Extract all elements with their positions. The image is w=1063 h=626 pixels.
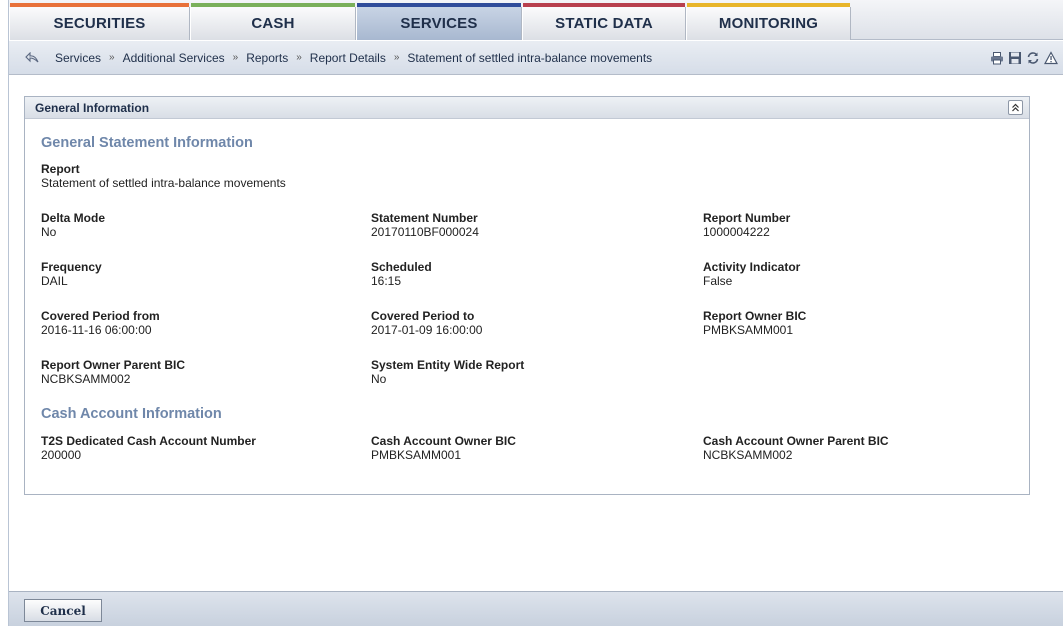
breadcrumb-item-reports[interactable]: Reports bbox=[246, 51, 288, 65]
field-value: 1000004222 bbox=[703, 225, 770, 239]
field-value: Statement of settled intra-balance movem… bbox=[41, 176, 286, 190]
field-label: Report Owner Parent BIC bbox=[41, 358, 186, 372]
main-tab-bar: SECURITIES CASH SERVICES STATIC DATA MON… bbox=[9, 0, 1063, 40]
field-value: No bbox=[371, 372, 387, 386]
breadcrumb-separator: » bbox=[296, 52, 302, 63]
field-scheduled: Scheduled 16:15 bbox=[371, 260, 432, 288]
panel-title: General Information bbox=[35, 100, 150, 115]
field-label: Statement Number bbox=[371, 211, 478, 225]
field-report-owner-bic: Report Owner BIC PMBKSAMM001 bbox=[703, 309, 806, 337]
breadcrumb-item-report-details[interactable]: Report Details bbox=[310, 51, 386, 65]
tab-color-bar bbox=[687, 3, 850, 7]
field-label: Report bbox=[41, 162, 80, 176]
tab-securities[interactable]: SECURITIES bbox=[9, 3, 190, 40]
field-frequency: Frequency DAIL bbox=[41, 260, 102, 288]
field-delta-mode: Delta Mode No bbox=[41, 211, 105, 239]
field-report-owner-parent-bic: Report Owner Parent BIC NCBKSAMM002 bbox=[41, 358, 185, 386]
field-value: 16:15 bbox=[371, 274, 402, 288]
field-label: Delta Mode bbox=[41, 211, 106, 225]
tab-color-bar bbox=[357, 3, 521, 7]
print-icon[interactable] bbox=[990, 51, 1004, 65]
section-title-cash: Cash Account Information bbox=[41, 406, 222, 422]
field-activity-indicator: Activity Indicator False bbox=[703, 260, 800, 288]
tab-label: SERVICES bbox=[400, 15, 478, 32]
tab-color-bar bbox=[523, 3, 685, 7]
field-covered-period-from: Covered Period from 2016-11-16 06:00:00 bbox=[41, 309, 160, 337]
field-label: Cash Account Owner Parent BIC bbox=[703, 434, 889, 448]
field-label: Activity Indicator bbox=[703, 260, 801, 274]
breadcrumb-separator: » bbox=[109, 52, 115, 63]
field-report-number: Report Number 1000004222 bbox=[703, 211, 790, 239]
breadcrumb-item-services[interactable]: Services bbox=[55, 51, 101, 65]
back-arrow-icon[interactable] bbox=[25, 51, 39, 65]
field-value: NCBKSAMM002 bbox=[41, 372, 131, 386]
footer-bar: Cancel bbox=[9, 591, 1063, 626]
tab-color-bar bbox=[10, 3, 189, 7]
toolbar-icons bbox=[990, 51, 1058, 65]
tab-label: STATIC DATA bbox=[555, 15, 653, 32]
field-cash-account-owner-parent-bic: Cash Account Owner Parent BIC NCBKSAMM00… bbox=[703, 434, 889, 462]
field-label: T2S Dedicated Cash Account Number bbox=[41, 434, 256, 448]
collapse-button[interactable] bbox=[1008, 100, 1023, 115]
breadcrumb: Services » Additional Services » Reports… bbox=[55, 51, 652, 65]
field-value: PMBKSAMM001 bbox=[371, 448, 462, 462]
alert-icon[interactable] bbox=[1044, 51, 1058, 65]
tab-label: SECURITIES bbox=[53, 15, 146, 32]
save-icon[interactable] bbox=[1008, 51, 1022, 65]
field-value: 2016-11-16 06:00:00 bbox=[41, 323, 152, 337]
field-report: Report Statement of settled intra-balanc… bbox=[41, 162, 286, 190]
section-title-general: General Statement Information bbox=[41, 135, 253, 151]
field-label: Report Owner BIC bbox=[703, 309, 807, 323]
field-dca-number: T2S Dedicated Cash Account Number 200000 bbox=[41, 434, 256, 462]
cancel-button[interactable]: Cancel bbox=[24, 599, 102, 622]
field-label: Report Number bbox=[703, 211, 791, 225]
tab-label: CASH bbox=[251, 15, 295, 32]
field-label: Scheduled bbox=[371, 260, 432, 274]
field-statement-number: Statement Number 20170110BF000024 bbox=[371, 211, 479, 239]
field-value: No bbox=[41, 225, 57, 239]
field-label: Covered Period to bbox=[371, 309, 475, 323]
field-cash-account-owner-bic: Cash Account Owner BIC PMBKSAMM001 bbox=[371, 434, 516, 462]
field-value: 2017-01-09 16:00:00 bbox=[371, 323, 483, 337]
content-area: General Information General Statement In… bbox=[9, 76, 1063, 591]
field-value: False bbox=[703, 274, 733, 288]
field-value: PMBKSAMM001 bbox=[703, 323, 794, 337]
refresh-icon[interactable] bbox=[1026, 51, 1040, 65]
tab-label: MONITORING bbox=[718, 15, 819, 32]
tab-monitoring[interactable]: MONITORING bbox=[686, 3, 851, 40]
double-chevron-up-icon bbox=[1012, 103, 1019, 112]
breadcrumb-item-additional-services[interactable]: Additional Services bbox=[123, 51, 225, 65]
tab-cash[interactable]: CASH bbox=[190, 3, 356, 40]
general-information-panel: General Information General Statement In… bbox=[24, 96, 1030, 495]
breadcrumb-separator: » bbox=[393, 52, 400, 63]
breadcrumb-bar: Services » Additional Services » Reports… bbox=[9, 41, 1063, 75]
field-label: System Entity Wide Report bbox=[371, 358, 525, 372]
field-label: Cash Account Owner BIC bbox=[371, 434, 516, 448]
tab-services[interactable]: SERVICES bbox=[356, 3, 522, 40]
tab-color-bar bbox=[191, 3, 355, 7]
tab-static-data[interactable]: STATIC DATA bbox=[522, 3, 686, 40]
field-label: Frequency bbox=[41, 260, 102, 274]
field-covered-period-to: Covered Period to 2017-01-09 16:00:00 bbox=[371, 309, 482, 337]
field-system-entity-wide-report: System Entity Wide Report No bbox=[371, 358, 524, 386]
field-value: DAIL bbox=[41, 274, 68, 288]
field-value: 20170110BF000024 bbox=[371, 225, 479, 239]
field-label: Covered Period from bbox=[41, 309, 160, 323]
app-frame: SECURITIES CASH SERVICES STATIC DATA MON… bbox=[8, 0, 1063, 626]
breadcrumb-separator: » bbox=[232, 52, 239, 63]
field-value: 200000 bbox=[41, 448, 82, 462]
panel-header: General Information bbox=[25, 97, 1029, 119]
field-value: NCBKSAMM002 bbox=[703, 448, 793, 462]
breadcrumb-item-current: Statement of settled intra-balance movem… bbox=[407, 50, 653, 65]
